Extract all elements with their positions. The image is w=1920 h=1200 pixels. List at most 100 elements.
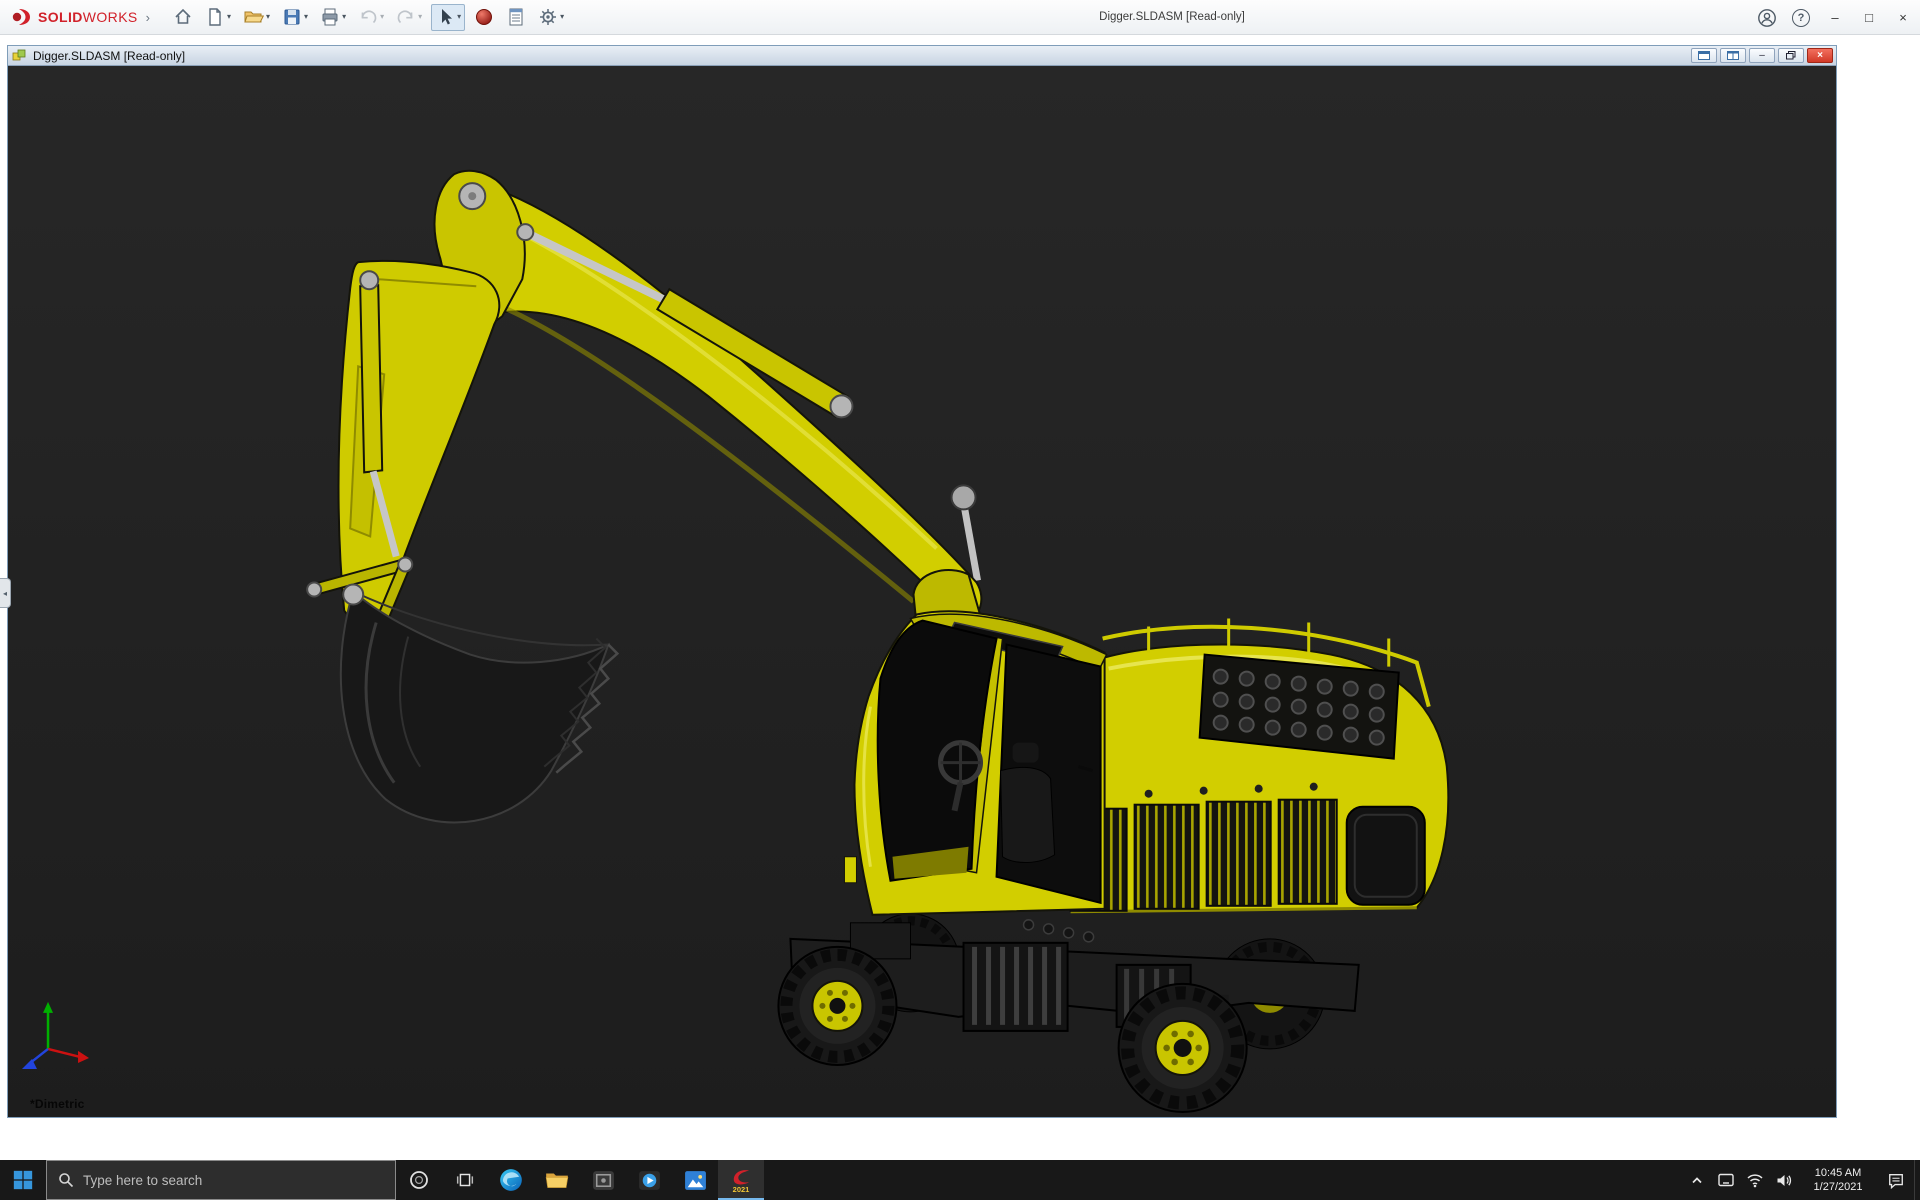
home-button[interactable]: [170, 4, 196, 31]
brand-works: WORKS: [83, 9, 138, 25]
excavator-boom: [435, 171, 982, 623]
excavator-body: [1071, 619, 1449, 912]
assembly-file-icon: [12, 48, 27, 63]
collapsed-panel-tab[interactable]: ◂: [0, 578, 11, 608]
solidworks-app-icon: [730, 1167, 752, 1185]
cortana-button[interactable]: [396, 1160, 442, 1200]
split-pane-icon: [1727, 51, 1739, 60]
maximize-button[interactable]: □: [1852, 1, 1886, 34]
dropdown-caret[interactable]: ▾: [304, 13, 308, 21]
window-controls: ? – □ ×: [1750, 0, 1920, 35]
doc-toolbar-button-2[interactable]: [1720, 48, 1746, 63]
view-triad[interactable]: [22, 1002, 89, 1069]
view-orientation-label: *Dimetric: [30, 1097, 85, 1111]
save-icon: [282, 7, 302, 27]
screenshot-app-button[interactable]: [580, 1160, 626, 1200]
clock-time: 10:45 AM: [1798, 1166, 1878, 1180]
search-input[interactable]: [83, 1173, 395, 1188]
dropdown-caret[interactable]: ▾: [266, 13, 270, 21]
volume-tray-button[interactable]: [1769, 1160, 1798, 1200]
edge-button[interactable]: [488, 1160, 534, 1200]
media-app-button[interactable]: [626, 1160, 672, 1200]
help-button[interactable]: ?: [1784, 1, 1818, 34]
pane-icon: [1698, 51, 1710, 60]
options-button[interactable]: ▾: [535, 4, 567, 31]
tablet-tray-button[interactable]: [1711, 1160, 1740, 1200]
solidworks-taskbar-button[interactable]: 2021: [718, 1160, 764, 1200]
redo-button[interactable]: ▾: [393, 4, 425, 31]
excavator-model: [8, 66, 1836, 1117]
quick-access-toolbar: ▾ ▾ ▾ ▾ ▾ ▾ ▾: [170, 4, 567, 31]
doc-close-button[interactable]: ×: [1807, 48, 1833, 63]
graphics-viewport[interactable]: *Dimetric: [8, 66, 1836, 1117]
excavator-cab: [844, 611, 1106, 941]
notifications-icon: [1887, 1172, 1905, 1189]
show-desktop-button[interactable]: [1914, 1160, 1920, 1200]
brand-text: SOLIDWORKS: [38, 9, 138, 25]
account-button[interactable]: [1750, 1, 1784, 34]
save-button[interactable]: ▾: [279, 4, 311, 31]
task-view-button[interactable]: [442, 1160, 488, 1200]
system-tray: 10:45 AM 1/27/2021: [1682, 1160, 1920, 1200]
select-arrow-icon: [435, 7, 455, 27]
print-icon: [320, 7, 340, 27]
new-document-button[interactable]: ▾: [202, 4, 234, 31]
tablet-icon: [1717, 1172, 1735, 1188]
document-window-buttons: – ×: [1691, 48, 1836, 63]
user-account-icon: [1757, 8, 1777, 28]
menu-expand-chevron[interactable]: ›: [144, 10, 158, 25]
application-title: Digger.SLDASM [Read-only]: [1099, 11, 1245, 23]
taskbar-search[interactable]: [46, 1160, 396, 1200]
close-button[interactable]: ×: [1886, 1, 1920, 34]
cab-lights: [1024, 920, 1094, 942]
undo-button[interactable]: ▾: [355, 4, 387, 31]
dropdown-caret[interactable]: ▾: [342, 13, 346, 21]
file-explorer-icon: [544, 1167, 570, 1193]
search-icon: [58, 1172, 74, 1188]
undo-icon: [358, 7, 378, 27]
chevron-up-icon: [1690, 1174, 1704, 1186]
photos-app-icon: [683, 1168, 708, 1193]
dropdown-caret[interactable]: ▾: [560, 13, 564, 21]
start-button[interactable]: [0, 1160, 46, 1200]
file-explorer-button[interactable]: [534, 1160, 580, 1200]
open-folder-icon: [243, 7, 264, 27]
document-properties-button[interactable]: [503, 4, 529, 31]
cortana-icon: [408, 1169, 430, 1191]
dropdown-caret[interactable]: ▾: [380, 13, 384, 21]
excavator-bucket: [341, 584, 618, 822]
doc-toolbar-button-1[interactable]: [1691, 48, 1717, 63]
brand-solid: SOLID: [38, 9, 83, 25]
home-icon: [173, 7, 193, 27]
render-sphere-button[interactable]: [471, 4, 497, 31]
select-tool-button[interactable]: ▾: [431, 4, 465, 31]
dropdown-caret[interactable]: ▾: [227, 13, 231, 21]
help-icon: ?: [1792, 9, 1810, 27]
solidworks-logo-icon: [10, 7, 34, 27]
dropdown-caret[interactable]: ▾: [457, 13, 461, 21]
network-tray-button[interactable]: [1740, 1160, 1769, 1200]
open-button[interactable]: ▾: [240, 4, 273, 31]
application-titlebar: SOLIDWORKS › ▾ ▾ ▾ ▾ ▾ ▾: [0, 0, 1920, 35]
render-sphere-icon: [474, 7, 494, 27]
dropdown-caret[interactable]: ▾: [418, 13, 422, 21]
notification-center-button[interactable]: [1878, 1160, 1914, 1200]
windows-taskbar: 2021 10:45 AM 1/27/2021: [0, 1160, 1920, 1200]
network-wifi-icon: [1746, 1173, 1764, 1188]
document-titlebar[interactable]: Digger.SLDASM [Read-only] – ×: [8, 46, 1836, 66]
taskbar-clock[interactable]: 10:45 AM 1/27/2021: [1798, 1166, 1878, 1195]
excavator-stick: [307, 261, 499, 682]
document-properties-icon: [506, 7, 526, 27]
minimize-button[interactable]: –: [1818, 1, 1852, 34]
print-button[interactable]: ▾: [317, 4, 349, 31]
volume-icon: [1775, 1173, 1793, 1188]
document-window: Digger.SLDASM [Read-only] – ×: [7, 45, 1837, 1118]
restore-icon: [1786, 51, 1796, 60]
clock-date: 1/27/2021: [1798, 1180, 1878, 1194]
task-view-icon: [454, 1169, 476, 1191]
photos-app-button[interactable]: [672, 1160, 718, 1200]
hidden-icons-button[interactable]: [1682, 1160, 1711, 1200]
solidworks-brand: SOLIDWORKS: [0, 7, 144, 27]
doc-restore-button[interactable]: [1778, 48, 1804, 63]
doc-minimize-button[interactable]: –: [1749, 48, 1775, 63]
